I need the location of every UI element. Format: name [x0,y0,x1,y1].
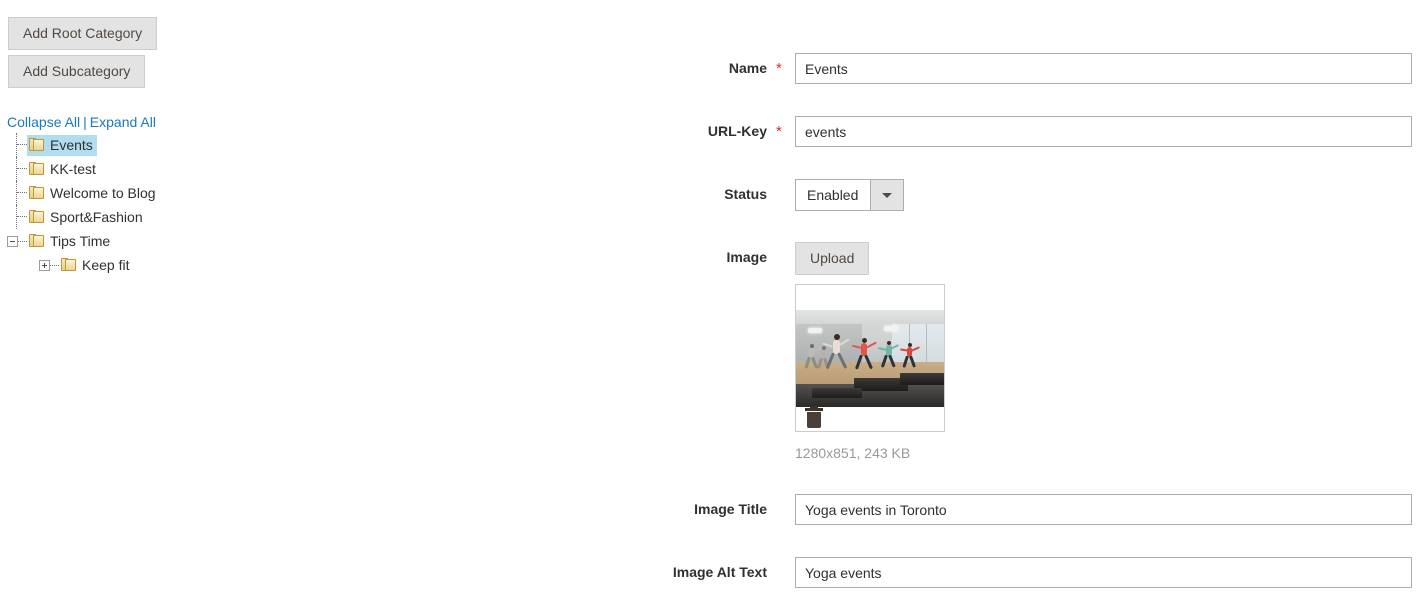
image-preview-thumbnail [796,310,944,407]
image-alt-text-label: Image Alt Text [467,557,767,587]
image-title-input[interactable] [795,494,1412,525]
name-input[interactable] [795,53,1412,84]
delete-image-icon[interactable] [804,408,824,429]
status-select-value: Enabled [795,179,870,211]
field-row-image: Image [0,242,1426,272]
name-label: Name [467,53,767,83]
field-row-image-title: Image Title [0,494,1426,524]
image-title-label: Image Title [467,494,767,524]
status-label: Status [467,179,767,209]
field-row-url-key: URL-Key * [0,116,1426,146]
field-row-status: Status Enabled [0,179,1426,209]
image-label: Image [467,242,767,272]
url-key-required-marker: * [776,116,782,148]
category-form: Name * URL-Key * Status Enabled Image Up… [0,0,1426,609]
chevron-down-icon[interactable] [870,179,904,211]
status-select[interactable]: Enabled [795,179,904,211]
image-preview-frame [795,284,945,432]
image-dimensions-caption: 1280x851, 243 KB [795,445,910,461]
field-row-image-alt-text: Image Alt Text [0,557,1426,587]
url-key-input[interactable] [795,116,1412,147]
name-required-marker: * [776,53,782,85]
url-key-label: URL-Key [467,116,767,146]
field-row-name: Name * [0,53,1426,83]
upload-button[interactable]: Upload [795,242,869,275]
image-alt-text-input[interactable] [795,557,1412,588]
